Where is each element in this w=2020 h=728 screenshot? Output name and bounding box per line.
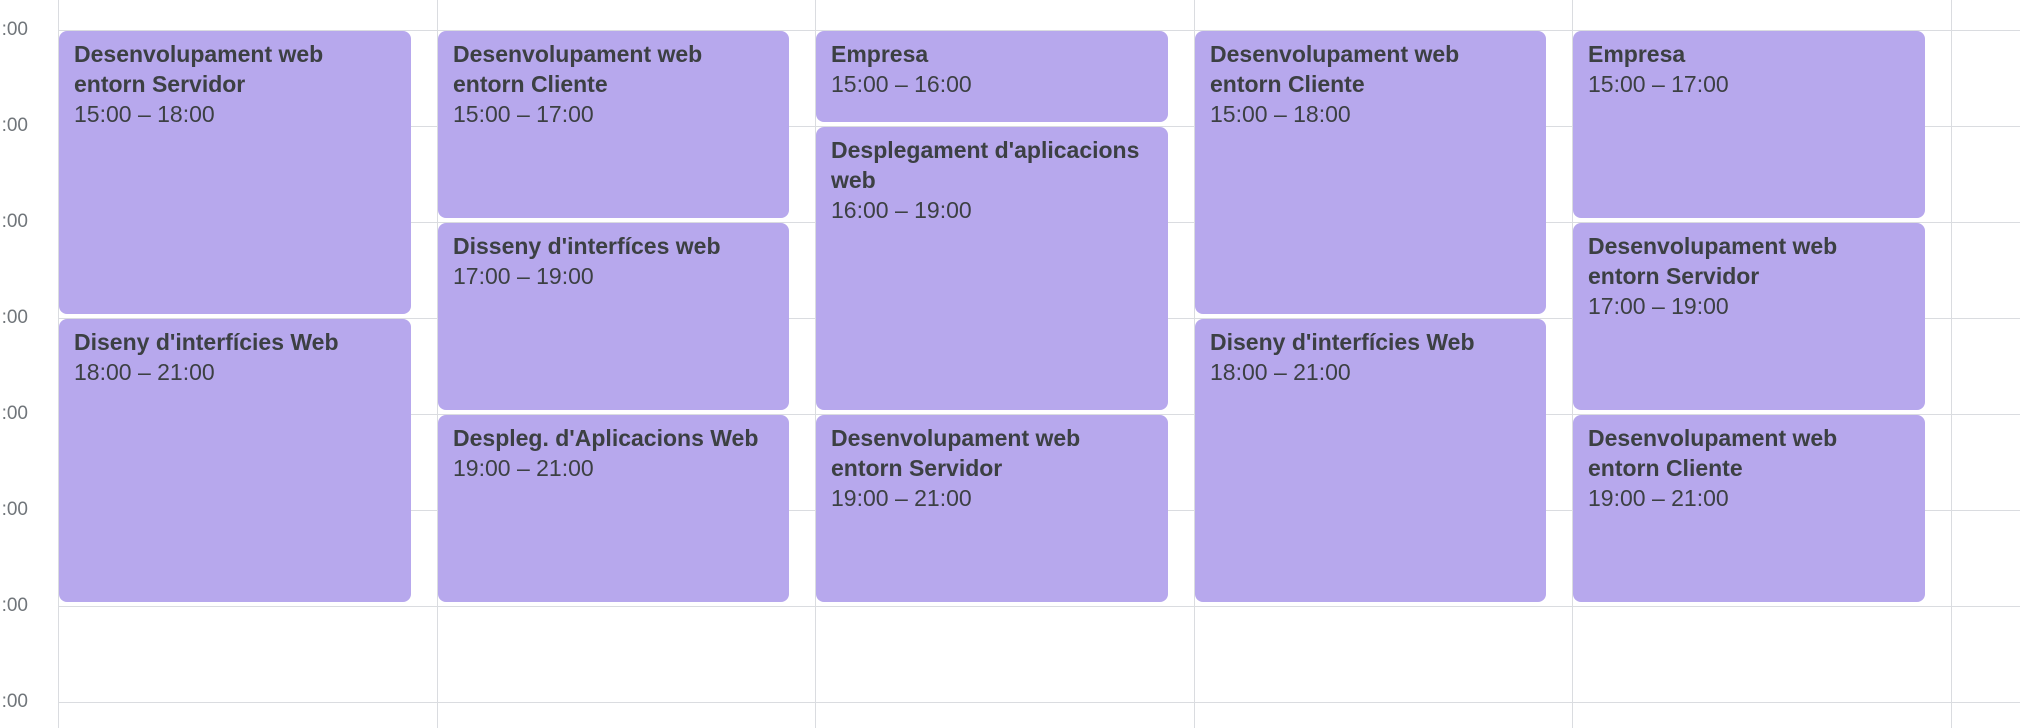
event-title: Desenvolupament web entorn Cliente bbox=[453, 41, 703, 97]
calendar-event[interactable]: Empresa 15:00 – 16:00 bbox=[816, 31, 1168, 122]
event-time: 18:00 – 21:00 bbox=[74, 359, 215, 385]
event-time: 18:00 – 21:00 bbox=[1210, 359, 1351, 385]
event-time: 19:00 – 21:00 bbox=[1588, 485, 1729, 511]
time-label: :00 bbox=[1, 19, 28, 40]
event-title: Desenvolupament web entorn Servidor bbox=[831, 425, 1081, 481]
event-title: Desplegament d'aplicacions web bbox=[831, 137, 1140, 193]
event-time: 15:00 – 18:00 bbox=[74, 101, 215, 127]
time-label: :00 bbox=[1, 211, 28, 232]
calendar-event[interactable]: Despleg. d'Aplicacions Web 19:00 – 21:00 bbox=[438, 415, 789, 602]
event-title: Desenvolupament web entorn Cliente bbox=[1588, 425, 1838, 481]
event-time: 19:00 – 21:00 bbox=[831, 485, 972, 511]
calendar-event[interactable]: Desenvolupament web entorn Servidor 19:0… bbox=[816, 415, 1168, 602]
hour-line bbox=[58, 702, 2020, 703]
event-title: Diseny d'interfícies Web bbox=[1210, 329, 1475, 355]
event-time: 16:00 – 19:00 bbox=[831, 197, 972, 223]
event-time: 15:00 – 16:00 bbox=[831, 71, 972, 97]
time-label: :00 bbox=[1, 691, 28, 712]
event-time: 15:00 – 17:00 bbox=[453, 101, 594, 127]
calendar-event[interactable]: Desenvolupament web entorn Servidor 15:0… bbox=[59, 31, 411, 314]
event-title: Despleg. d'Aplicacions Web bbox=[453, 425, 759, 451]
calendar-event[interactable]: Desenvolupament web entorn Cliente 15:00… bbox=[438, 31, 789, 218]
event-time: 15:00 – 18:00 bbox=[1210, 101, 1351, 127]
calendar-event[interactable]: Desenvolupament web entorn Cliente 15:00… bbox=[1195, 31, 1546, 314]
event-time: 17:00 – 19:00 bbox=[453, 263, 594, 289]
time-label: :00 bbox=[1, 595, 28, 616]
time-label: :00 bbox=[1, 307, 28, 328]
event-title: Disseny d'interfíces web bbox=[453, 233, 721, 259]
event-title: Empresa bbox=[831, 41, 929, 67]
event-time: 15:00 – 17:00 bbox=[1588, 71, 1729, 97]
event-time: 19:00 – 21:00 bbox=[453, 455, 594, 481]
calendar-event[interactable]: Empresa 15:00 – 17:00 bbox=[1573, 31, 1925, 218]
hour-line bbox=[58, 606, 2020, 607]
event-title: Desenvolupament web entorn Servidor bbox=[1588, 233, 1838, 289]
calendar-event[interactable]: Diseny d'interfícies Web 18:00 – 21:00 bbox=[59, 319, 411, 602]
calendar-event[interactable]: Desenvolupament web entorn Cliente 19:00… bbox=[1573, 415, 1925, 602]
event-time: 17:00 – 19:00 bbox=[1588, 293, 1729, 319]
event-title: Diseny d'interfícies Web bbox=[74, 329, 339, 355]
calendar-event[interactable]: Disseny d'interfíces web 17:00 – 19:00 bbox=[438, 223, 789, 410]
event-title: Desenvolupament web entorn Servidor bbox=[74, 41, 324, 97]
day-column-divider bbox=[1951, 0, 1952, 728]
time-label: :00 bbox=[1, 403, 28, 424]
calendar-event[interactable]: Diseny d'interfícies Web 18:00 – 21:00 bbox=[1195, 319, 1546, 602]
calendar-event[interactable]: Desenvolupament web entorn Servidor 17:0… bbox=[1573, 223, 1925, 410]
time-label: :00 bbox=[1, 115, 28, 136]
time-label: :00 bbox=[1, 499, 28, 520]
event-title: Desenvolupament web entorn Cliente bbox=[1210, 41, 1460, 97]
calendar-event[interactable]: Desplegament d'aplicacions web 16:00 – 1… bbox=[816, 127, 1168, 410]
event-title: Empresa bbox=[1588, 41, 1686, 67]
